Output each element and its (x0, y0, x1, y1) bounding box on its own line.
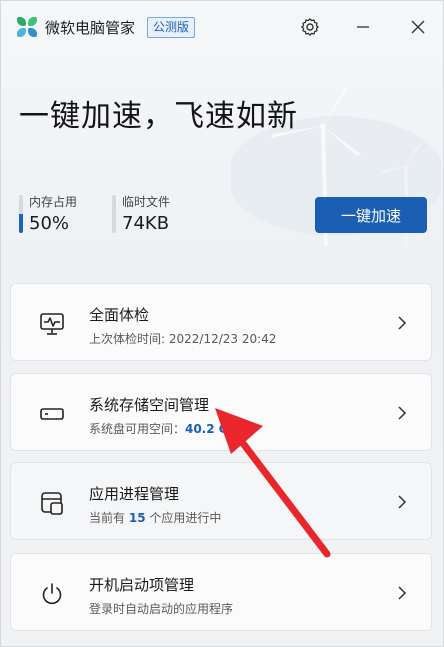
monitor-pulse-icon (40, 313, 64, 335)
settings-gear-icon[interactable] (296, 13, 324, 41)
card-title: 全面体检 (89, 306, 150, 324)
title-bar: 微软电脑管家 公测版 (1, 1, 443, 53)
chevron-right-icon (398, 586, 407, 600)
app-title: 微软电脑管家 (45, 19, 136, 37)
chevron-right-icon (398, 316, 407, 330)
close-button[interactable] (404, 13, 432, 41)
one-click-boost-button[interactable]: 一键加速 (315, 197, 427, 233)
memory-usage-bar (19, 195, 23, 233)
chevron-right-icon (398, 495, 407, 509)
free-space-value: 40.2 GB (185, 422, 238, 436)
subtitle-prefix: 当前有 (89, 511, 126, 525)
page-headline: 一键加速，飞速如新 (19, 99, 298, 134)
close-icon (411, 20, 425, 34)
temp-files-value: 74KB (122, 213, 170, 234)
memory-usage-stat: 内存占用 50% (19, 193, 78, 234)
memory-usage-value: 50% (29, 213, 70, 234)
card-storage-management[interactable]: 系统存储空间管理 系统盘可用空间：40.2 GB (10, 373, 432, 451)
card-subtitle: 登录时自动启动的应用程序 (89, 602, 234, 616)
temp-files-bar (112, 195, 116, 233)
card-title: 系统存储空间管理 (89, 396, 210, 414)
memory-usage-label: 内存占用 (29, 195, 78, 209)
minimize-button[interactable] (349, 13, 377, 41)
gear-icon (301, 18, 319, 36)
app-process-icon (41, 492, 63, 515)
card-startup-management[interactable]: 开机启动项管理 登录时自动启动的应用程序 (10, 553, 432, 631)
card-process-management[interactable]: 应用进程管理 当前有 15 个应用进行中 (10, 462, 432, 540)
beta-badge: 公测版 (147, 17, 196, 38)
temp-files-label: 临时文件 (122, 195, 171, 209)
minimize-icon (357, 26, 369, 28)
power-icon (42, 583, 62, 605)
subtitle-prefix: 系统盘可用空间： (89, 422, 186, 436)
chevron-right-icon (398, 406, 407, 420)
drive-icon (40, 408, 64, 420)
app-window: 微软电脑管家 公测版 一键加速，飞速如新 内存占用 50% 临时文件 74KB … (0, 0, 444, 647)
card-subtitle: 当前有 15 个应用进行中 (89, 509, 221, 526)
app-logo (17, 17, 37, 37)
card-title: 应用进程管理 (89, 485, 180, 503)
card-full-checkup[interactable]: 全面体检 上次体检时间: 2022/12/23 20:42 (10, 283, 432, 361)
card-subtitle: 系统盘可用空间：40.2 GB (89, 420, 238, 437)
subtitle-suffix: 个应用进行中 (149, 511, 222, 525)
card-title: 开机启动项管理 (89, 576, 195, 594)
temp-files-stat: 临时文件 74KB (112, 193, 171, 234)
running-apps-count: 15 (128, 511, 146, 525)
card-subtitle: 上次体检时间: 2022/12/23 20:42 (89, 332, 277, 346)
